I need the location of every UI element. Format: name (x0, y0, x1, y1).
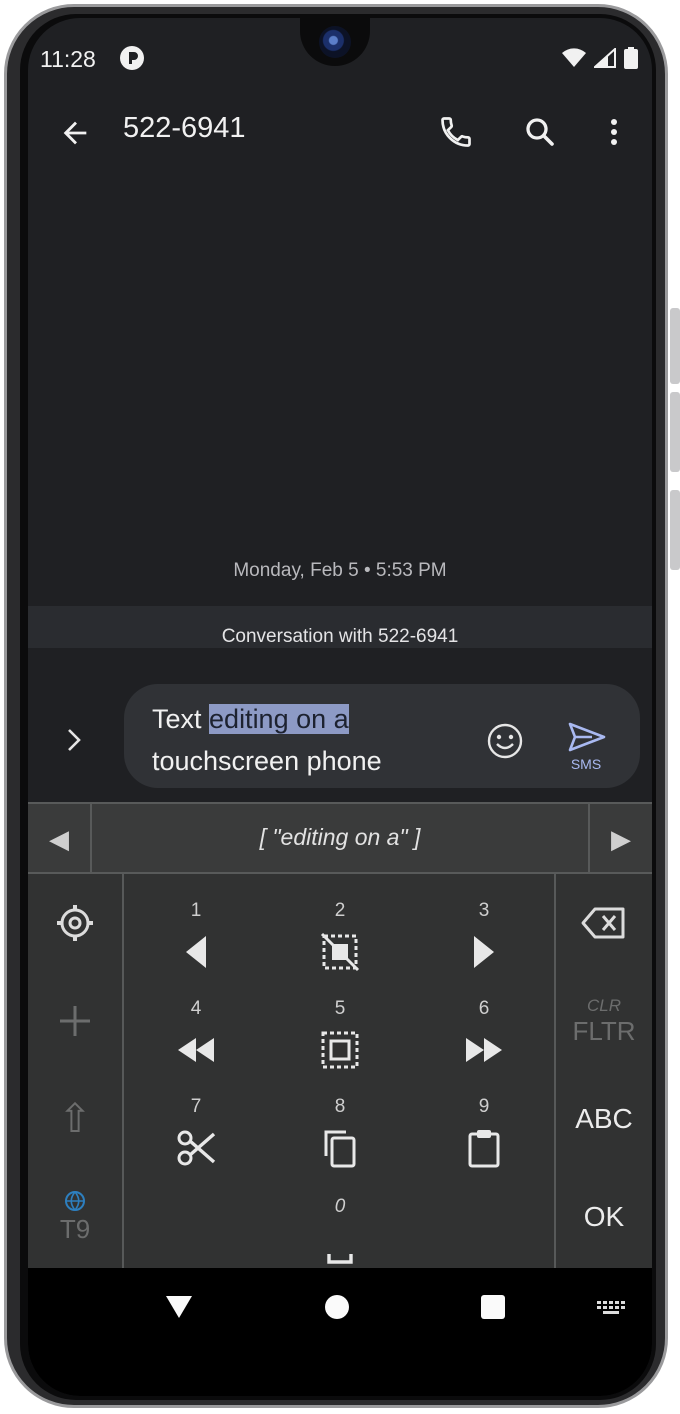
key-5[interactable]: 5 (268, 988, 412, 1086)
keyboard-switch-icon[interactable] (596, 1300, 626, 1318)
shift-icon: ⇧ (58, 1097, 92, 1141)
back-nav-icon[interactable] (164, 1292, 194, 1322)
suggestion-text[interactable]: [ "editing on a" ] (94, 824, 586, 851)
key-number: 4 (190, 998, 202, 1019)
cut-icon (177, 1130, 216, 1166)
contact-title: 522-6941 (123, 112, 246, 144)
signal-icon (594, 48, 616, 68)
key-4[interactable]: 4 (124, 988, 268, 1086)
paste-icon (468, 1130, 500, 1168)
more-vert-icon[interactable] (600, 114, 628, 150)
key-number: 6 (478, 998, 490, 1019)
deselect-icon (320, 932, 360, 972)
fltr-label: FLTR (572, 1015, 636, 1046)
space-icon (327, 1254, 353, 1264)
keyboard-right-column: CLR FLTR ABC OK (554, 874, 652, 1268)
key-number: 2 (334, 900, 346, 921)
key-9[interactable]: 9 (412, 1086, 556, 1184)
select-all-icon (321, 1031, 359, 1069)
key-number: 9 (478, 1096, 490, 1117)
message-text[interactable]: Text editing on a touchscreen phone (152, 698, 462, 782)
key-number: 3 (478, 900, 490, 921)
volume-button (670, 392, 680, 472)
send-icon (568, 722, 606, 752)
abc-key[interactable]: ABC (556, 1070, 652, 1168)
backspace-key[interactable] (556, 874, 652, 972)
suggestion-prev-button[interactable]: ◀ (28, 804, 92, 874)
input-mode-key[interactable]: T9 (28, 1168, 122, 1266)
ok-key[interactable]: OK (556, 1168, 652, 1266)
key-number: 1 (190, 900, 202, 921)
key-8[interactable]: 8 (268, 1086, 412, 1184)
date-stamp: Monday, Feb 5 • 5:53 PM (233, 560, 447, 581)
search-icon[interactable] (522, 114, 558, 150)
key-7[interactable]: 7 (124, 1086, 268, 1184)
key-2[interactable]: 2 (268, 890, 412, 988)
left-arrow-icon (186, 936, 206, 968)
key-1[interactable]: 1 (124, 890, 268, 988)
send-sms-button[interactable]: SMS (558, 720, 614, 774)
globe-icon (65, 1190, 85, 1211)
backspace-icon (581, 907, 625, 939)
expand-chevron-icon[interactable] (52, 718, 96, 762)
emoji-icon[interactable] (486, 722, 524, 760)
copy-icon (324, 1130, 356, 1168)
key-number: 5 (334, 998, 346, 1019)
word-right-icon (466, 1038, 502, 1062)
keyboard: ◀ [ "editing on a" ] ▶ ⇧ T9 1 2 3 4 5 6 … (28, 802, 652, 1268)
app-bar: 522-6941 (28, 98, 652, 168)
settings-key[interactable] (28, 874, 122, 972)
phone-icon[interactable] (438, 114, 474, 150)
abc-label: ABC (575, 1103, 633, 1134)
clr-label: CLR (586, 995, 621, 1015)
status-icons (562, 47, 638, 69)
home-nav-icon[interactable] (324, 1294, 350, 1320)
notification-app-icon (120, 46, 144, 70)
recents-nav-icon[interactable] (480, 1294, 506, 1320)
filter-key[interactable]: CLR FLTR (556, 972, 652, 1070)
keyboard-left-column: ⇧ T9 (28, 874, 124, 1268)
key-number: 7 (190, 1096, 202, 1117)
navigation-bar (28, 1268, 652, 1396)
back-arrow-icon[interactable] (58, 116, 92, 150)
key-6[interactable]: 6 (412, 988, 556, 1086)
shift-key[interactable]: ⇧ (28, 1070, 122, 1168)
suggestion-next-button[interactable]: ▶ (588, 804, 652, 874)
conversation-header: Conversation with 522-6941 (221, 626, 459, 647)
battery-icon (624, 47, 638, 69)
power-button (670, 490, 680, 570)
screen: 11:28 522-6941 Monday, Feb 5 • 5:53 PM C… (28, 18, 652, 1396)
status-time: 11:28 (40, 46, 96, 72)
volume-button (670, 308, 680, 384)
send-label: SMS (570, 756, 602, 772)
add-word-key[interactable] (28, 972, 122, 1070)
word-left-icon (178, 1038, 214, 1062)
ok-label: OK (583, 1201, 625, 1232)
key-number: 0 (334, 1196, 346, 1217)
suggestion-bar: ◀ [ "editing on a" ] ▶ (28, 802, 652, 874)
selected-text: editing on a (209, 704, 349, 734)
right-arrow-icon (474, 936, 494, 968)
message-input[interactable]: Text editing on a touchscreen phone SMS (124, 684, 640, 788)
gear-icon (57, 905, 93, 941)
wifi-icon (562, 48, 586, 67)
key-number: 8 (334, 1096, 346, 1117)
plus-icon (60, 1006, 90, 1036)
key-3[interactable]: 3 (412, 890, 556, 988)
input-mode-label: T9 (59, 1213, 91, 1244)
